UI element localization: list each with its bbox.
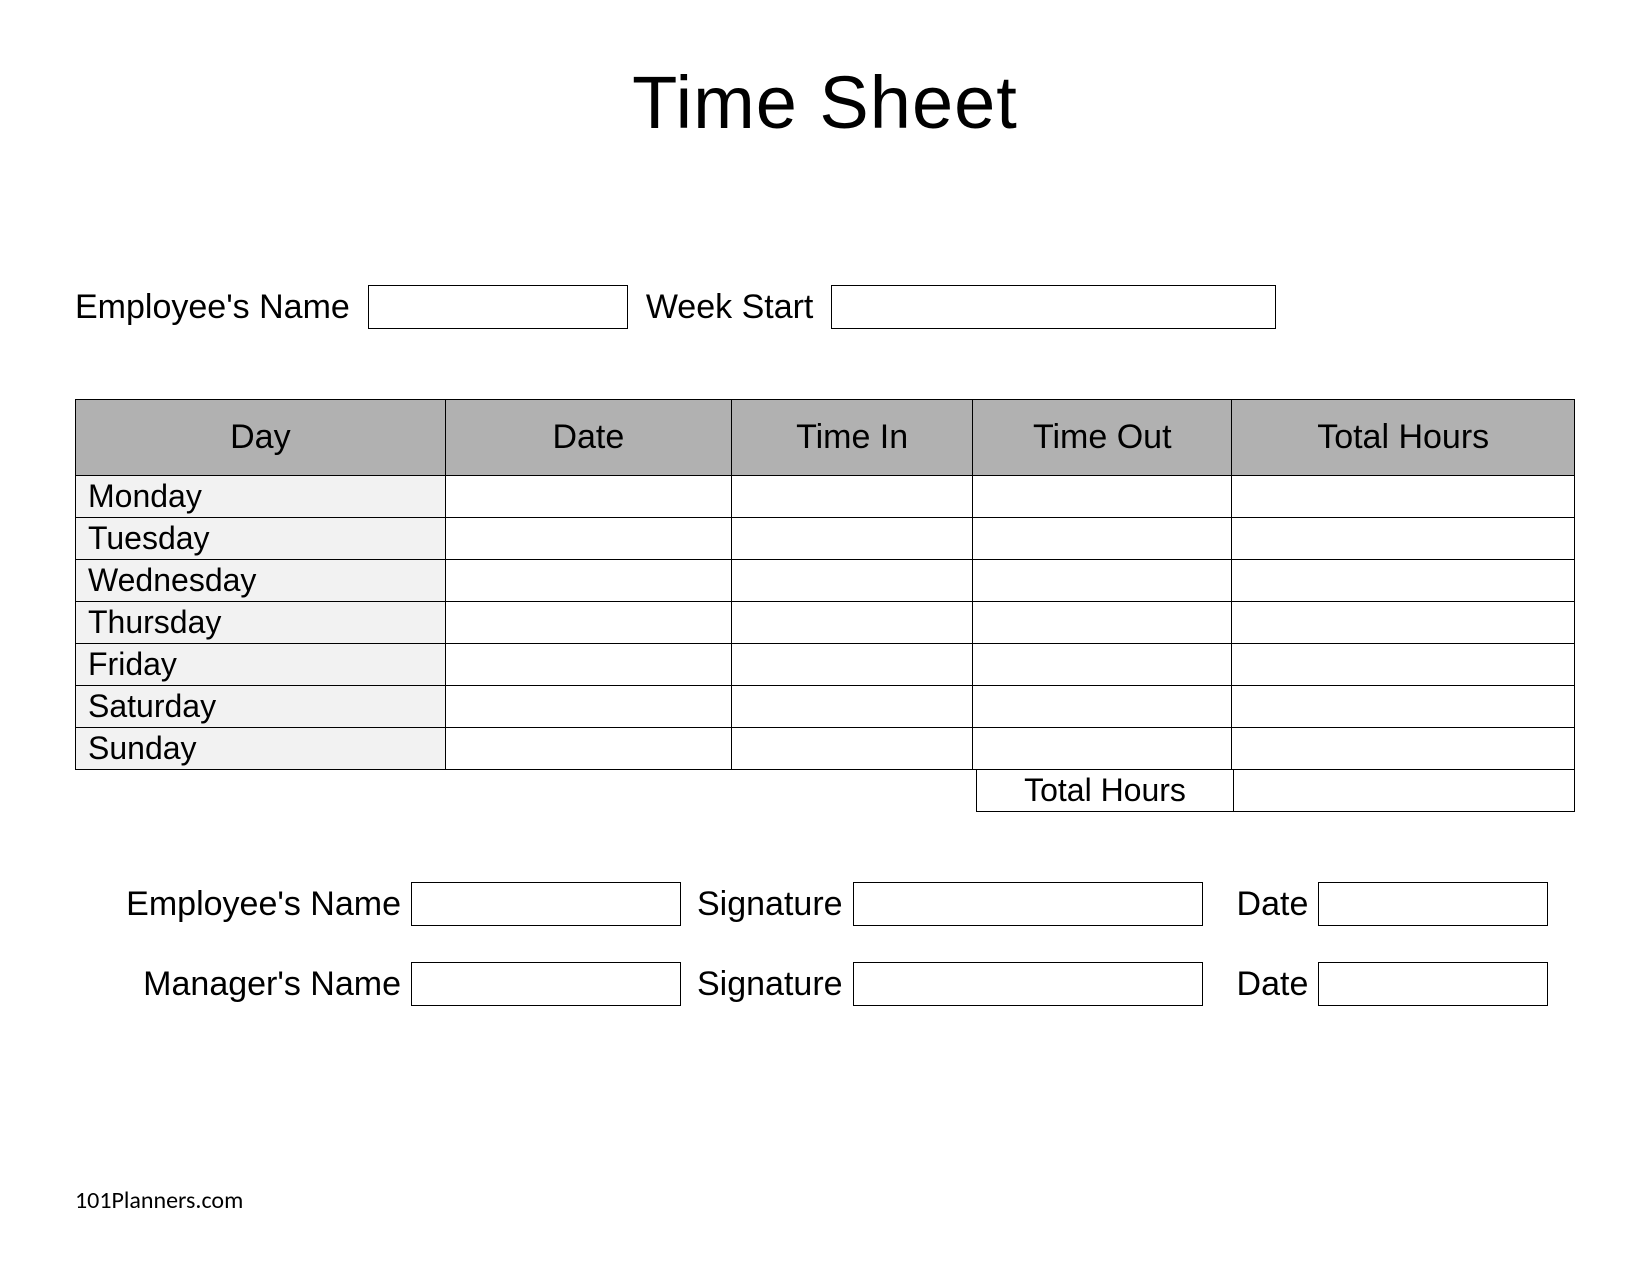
time-out-cell[interactable]: [973, 728, 1232, 770]
week-start-label: Week Start: [646, 288, 814, 327]
time-out-cell[interactable]: [973, 476, 1232, 518]
total-hours-label: Total Hours: [976, 770, 1234, 812]
employee-date-input[interactable]: [1318, 882, 1548, 926]
column-time-in: Time In: [732, 400, 973, 476]
total-cell[interactable]: [1232, 476, 1575, 518]
employee-name-label-2: Employee's Name: [103, 885, 401, 924]
footer-attribution: 101Planners.com: [75, 1186, 243, 1215]
table-row: Monday: [76, 476, 1575, 518]
column-time-out: Time Out: [973, 400, 1232, 476]
day-cell: Saturday: [76, 686, 446, 728]
total-cell[interactable]: [1232, 644, 1575, 686]
date-cell[interactable]: [445, 686, 731, 728]
time-out-cell[interactable]: [973, 686, 1232, 728]
column-day: Day: [76, 400, 446, 476]
time-in-cell[interactable]: [732, 644, 973, 686]
manager-signature-input[interactable]: [853, 962, 1203, 1006]
employee-name-input-2[interactable]: [411, 882, 681, 926]
date-cell[interactable]: [445, 560, 731, 602]
total-cell[interactable]: [1232, 560, 1575, 602]
employee-name-input[interactable]: [368, 285, 628, 329]
date-cell[interactable]: [445, 602, 731, 644]
table-row: Wednesday: [76, 560, 1575, 602]
employee-signature-input[interactable]: [853, 882, 1203, 926]
table-header-row: Day Date Time In Time Out Total Hours: [76, 400, 1575, 476]
day-cell: Tuesday: [76, 518, 446, 560]
day-cell: Friday: [76, 644, 446, 686]
time-out-cell[interactable]: [973, 518, 1232, 560]
page-title: Time Sheet: [75, 60, 1575, 145]
table-row: Sunday: [76, 728, 1575, 770]
table-row: Thursday: [76, 602, 1575, 644]
column-date: Date: [445, 400, 731, 476]
manager-name-label: Manager's Name: [103, 965, 401, 1004]
employee-name-label: Employee's Name: [75, 288, 350, 327]
time-in-cell[interactable]: [732, 686, 973, 728]
manager-date-label: Date: [1237, 965, 1309, 1004]
date-cell[interactable]: [445, 644, 731, 686]
date-cell[interactable]: [445, 476, 731, 518]
employee-date-label: Date: [1237, 885, 1309, 924]
column-total-hours: Total Hours: [1232, 400, 1575, 476]
table-row: Tuesday: [76, 518, 1575, 560]
employee-signature-label: Signature: [697, 885, 843, 924]
header-fields: Employee's Name Week Start: [75, 285, 1575, 329]
time-out-cell[interactable]: [973, 602, 1232, 644]
manager-signature-row: Manager's Name Signature Date: [103, 962, 1575, 1006]
day-cell: Thursday: [76, 602, 446, 644]
time-in-cell[interactable]: [732, 476, 973, 518]
manager-name-input[interactable]: [411, 962, 681, 1006]
timesheet-table: Day Date Time In Time Out Total Hours Mo…: [75, 399, 1575, 770]
manager-signature-label: Signature: [697, 965, 843, 1004]
time-in-cell[interactable]: [732, 560, 973, 602]
date-cell[interactable]: [445, 518, 731, 560]
time-out-cell[interactable]: [973, 644, 1232, 686]
employee-signature-row: Employee's Name Signature Date: [103, 882, 1575, 926]
total-cell[interactable]: [1232, 602, 1575, 644]
time-in-cell[interactable]: [732, 518, 973, 560]
week-start-input[interactable]: [831, 285, 1276, 329]
day-cell: Monday: [76, 476, 446, 518]
table-row: Saturday: [76, 686, 1575, 728]
day-cell: Wednesday: [76, 560, 446, 602]
total-cell[interactable]: [1232, 728, 1575, 770]
total-cell[interactable]: [1232, 686, 1575, 728]
table-row: Friday: [76, 644, 1575, 686]
total-hours-value[interactable]: [1234, 770, 1575, 812]
time-out-cell[interactable]: [973, 560, 1232, 602]
time-in-cell[interactable]: [732, 728, 973, 770]
day-cell: Sunday: [76, 728, 446, 770]
total-cell[interactable]: [1232, 518, 1575, 560]
manager-date-input[interactable]: [1318, 962, 1548, 1006]
date-cell[interactable]: [445, 728, 731, 770]
total-hours-row: Total Hours: [75, 770, 1575, 812]
time-in-cell[interactable]: [732, 602, 973, 644]
